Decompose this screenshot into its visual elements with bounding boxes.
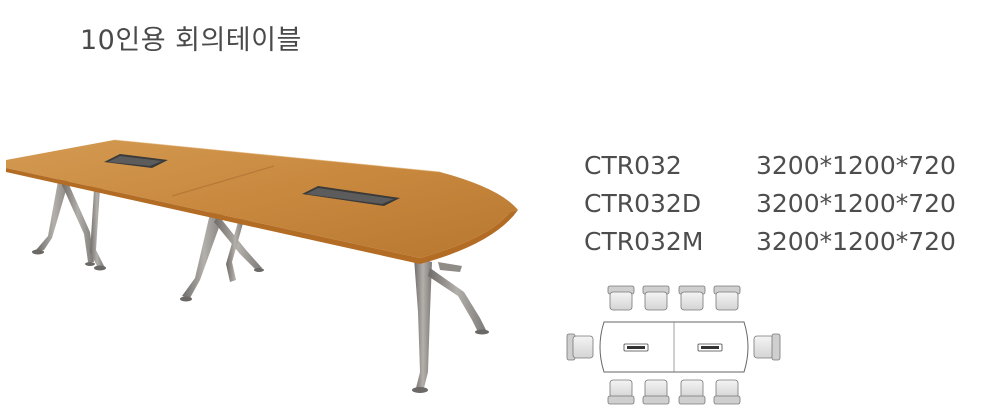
model-code: CTR032D xyxy=(584,188,702,218)
spec-table: CTR032 3200*1200*720 CTR032D 3200*1200*7… xyxy=(584,146,956,260)
product-title: 10인용 회의테이블 xyxy=(80,25,302,56)
model-size: 3200*1200*720 xyxy=(756,226,956,256)
chair-icon xyxy=(566,333,594,361)
chair-icon xyxy=(642,379,670,405)
table-top xyxy=(6,139,518,264)
chair-icon xyxy=(642,285,670,311)
seating-layout-plan xyxy=(566,285,781,405)
model-code: CTR032 xyxy=(584,150,682,180)
table-photo xyxy=(6,139,518,393)
cable-port-icon xyxy=(697,343,723,352)
spec-row: CTR032M 3200*1200*720 xyxy=(584,222,956,260)
chair-icon xyxy=(607,379,635,405)
table-plan-outline xyxy=(599,321,749,373)
spec-row: CTR032D 3200*1200*720 xyxy=(584,184,956,222)
chair-icon xyxy=(607,285,635,311)
chair-icon xyxy=(678,285,706,311)
model-size: 3200*1200*720 xyxy=(756,150,956,180)
chair-icon xyxy=(713,379,741,405)
model-size: 3200*1200*720 xyxy=(756,188,956,218)
spec-row: CTR032 3200*1200*720 xyxy=(584,146,956,184)
cable-port-icon xyxy=(623,343,649,352)
chair-icon xyxy=(753,333,781,361)
table-leg-right xyxy=(412,258,489,393)
model-code: CTR032M xyxy=(584,226,704,256)
chair-icon xyxy=(713,285,741,311)
chair-icon xyxy=(678,379,706,405)
